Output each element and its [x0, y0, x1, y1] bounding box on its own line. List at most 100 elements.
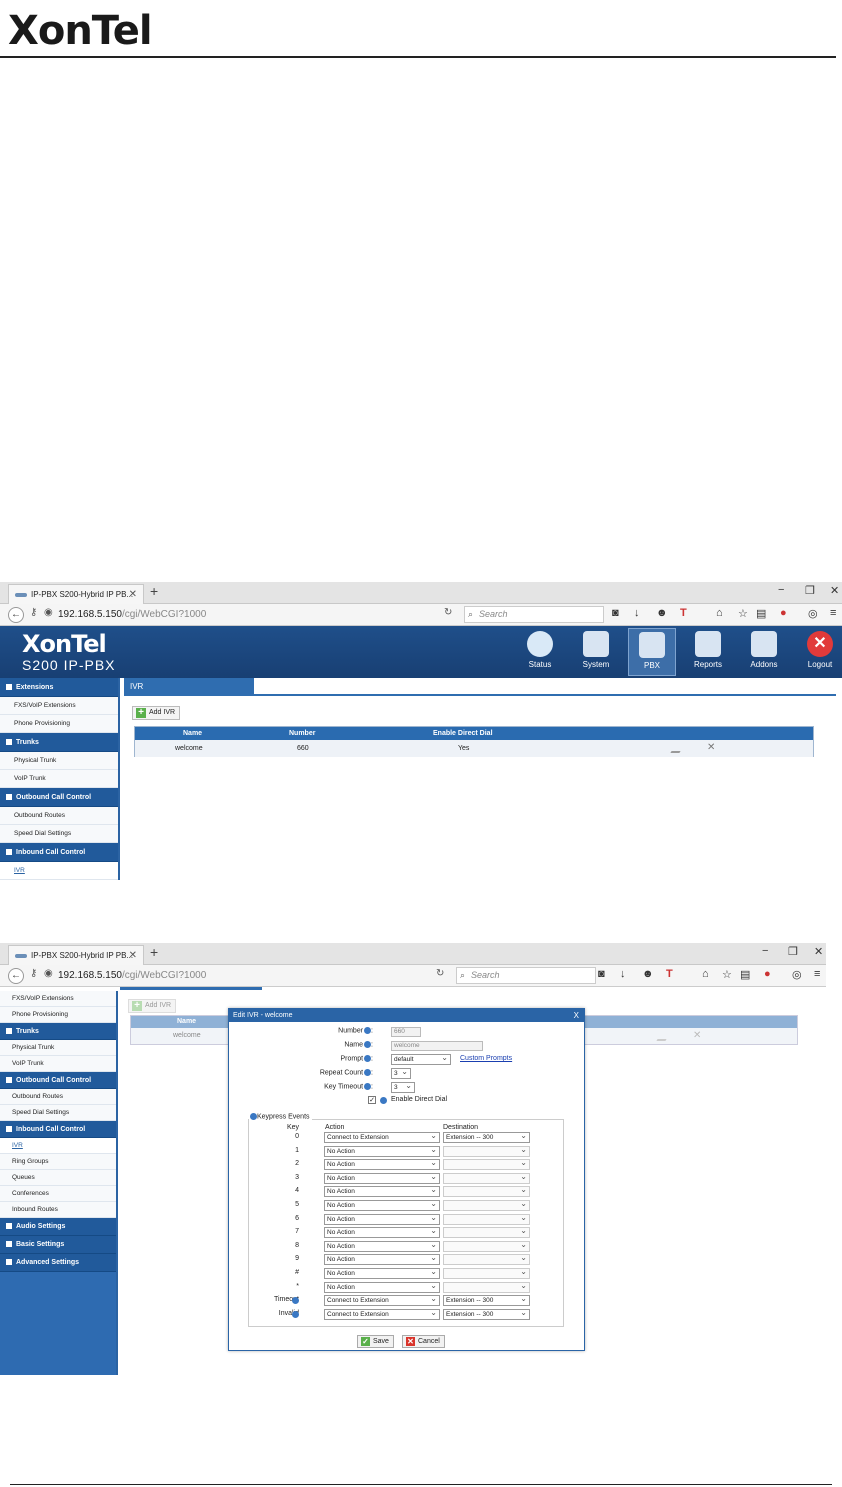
adblock-icon[interactable]: ●	[764, 968, 771, 980]
sidebar-item-voip-trunk[interactable]: VoIP Trunk	[0, 770, 118, 788]
bookmark-icon[interactable]: ☆	[738, 607, 748, 620]
sidebar-item-physical-trunk[interactable]: Physical Trunk	[0, 1040, 116, 1056]
col-direct-dial[interactable]: Enable Direct Dial	[433, 727, 493, 740]
help-icon[interactable]	[364, 1083, 372, 1090]
sidebar-item-fxs-voip-extensions[interactable]: FXS/VoIP Extensions	[0, 991, 116, 1007]
help-icon[interactable]	[364, 1069, 372, 1076]
action-select[interactable]: No Action	[324, 1267, 440, 1279]
download-icon[interactable]: ↓	[620, 968, 626, 980]
close-tab-icon[interactable]: ✕	[129, 946, 137, 965]
action-select[interactable]: No Action	[324, 1213, 440, 1225]
destination-select[interactable]	[443, 1253, 530, 1266]
url-field[interactable]: 192.168.5.150/cgi/WebCGI?1000	[58, 968, 458, 984]
library-icon[interactable]: ▤	[756, 607, 766, 620]
destination-select[interactable]	[443, 1267, 530, 1279]
sidebar-group-outbound[interactable]: Outbound Call Control	[0, 1072, 116, 1089]
sidebar-item-fxs-voip-extensions[interactable]: FXS/VoIP Extensions	[0, 697, 118, 715]
direct-dial-checkbox[interactable]: ✓	[368, 1096, 376, 1104]
back-icon[interactable]: ←	[8, 968, 24, 984]
translate-icon[interactable]: T	[666, 968, 673, 980]
number-field[interactable]: 660	[391, 1027, 421, 1037]
search-input[interactable]: ⌕ Search	[464, 606, 604, 623]
action-select[interactable]: Connect to Extension	[324, 1131, 440, 1143]
edit-icon[interactable]	[670, 744, 685, 753]
reload-icon[interactable]: ↻	[444, 607, 452, 618]
home-icon[interactable]: ⌂	[702, 968, 709, 980]
sidebar-item-ivr[interactable]: IVR	[0, 1138, 116, 1154]
action-select[interactable]: No Action	[324, 1253, 440, 1266]
nav-status[interactable]: Status	[516, 628, 564, 676]
delete-icon[interactable]: ✕	[707, 742, 715, 753]
site-info-icon[interactable]: ◉	[44, 607, 53, 618]
save-button[interactable]: ✓ Save	[357, 1335, 394, 1348]
destination-select[interactable]	[443, 1172, 530, 1184]
back-icon[interactable]: ←	[8, 607, 24, 623]
pocket-icon[interactable]: ◙	[598, 968, 605, 980]
help-icon[interactable]	[250, 1113, 257, 1120]
help-icon[interactable]	[380, 1097, 387, 1104]
sidebar-group-basic-settings[interactable]: Basic Settings	[0, 1236, 116, 1254]
close-window-icon[interactable]: ✕	[830, 584, 839, 597]
edit-icon[interactable]	[656, 1032, 671, 1041]
help-icon[interactable]	[364, 1027, 372, 1034]
destination-select[interactable]	[443, 1240, 530, 1252]
destination-select[interactable]	[443, 1185, 530, 1198]
translate-icon[interactable]: T	[680, 607, 687, 619]
sidebar-item-inbound-routes[interactable]: Inbound Routes	[0, 1202, 116, 1218]
action-select[interactable]: Connect to Extension	[324, 1308, 440, 1320]
extension-icon[interactable]: ◎	[792, 968, 802, 981]
sidebar-item-queues[interactable]: Queues	[0, 1170, 116, 1186]
sidebar-group-trunks[interactable]: Trunks	[0, 733, 118, 752]
custom-prompts-link[interactable]: Custom Prompts	[460, 1055, 512, 1062]
key-timeout-select[interactable]: 3	[391, 1081, 415, 1093]
help-icon[interactable]	[292, 1310, 299, 1318]
help-icon[interactable]	[364, 1041, 372, 1048]
action-select[interactable]: No Action	[324, 1172, 440, 1184]
destination-select[interactable]	[443, 1281, 530, 1293]
col-number[interactable]: Number	[289, 727, 315, 740]
url-field[interactable]: 192.168.5.150/cgi/WebCGI?1000	[58, 607, 458, 623]
nav-logout[interactable]: ✕ Logout	[796, 628, 842, 676]
nav-pbx[interactable]: PBX	[628, 628, 676, 676]
destination-select[interactable]	[443, 1226, 530, 1239]
cancel-button[interactable]: ✕ Cancel	[402, 1335, 445, 1348]
chat-icon[interactable]: ☻	[656, 607, 668, 619]
extension-icon[interactable]: ◎	[808, 607, 818, 620]
restore-icon[interactable]: ❐	[805, 584, 815, 597]
nav-system[interactable]: System	[572, 628, 620, 676]
destination-select[interactable]	[443, 1158, 530, 1171]
download-icon[interactable]: ↓	[634, 607, 640, 619]
menu-icon[interactable]: ≡	[830, 607, 836, 619]
sidebar-group-extensions[interactable]: Extensions	[0, 678, 118, 697]
sidebar-item-voip-trunk[interactable]: VoIP Trunk	[0, 1056, 116, 1072]
sidebar-group-advanced-settings[interactable]: Advanced Settings	[0, 1254, 116, 1272]
action-select[interactable]: No Action	[324, 1158, 440, 1171]
close-window-icon[interactable]: ✕	[814, 945, 823, 958]
sidebar-group-audio-settings[interactable]: Audio Settings	[0, 1218, 116, 1236]
pocket-icon[interactable]: ◙	[612, 607, 619, 619]
minimize-icon[interactable]: −	[778, 584, 784, 596]
destination-select[interactable]	[443, 1145, 530, 1157]
nav-addons[interactable]: Addons	[740, 628, 788, 676]
bookmark-icon[interactable]: ☆	[722, 968, 732, 981]
action-select[interactable]: No Action	[324, 1281, 440, 1293]
search-input[interactable]: ⌕ Search	[456, 967, 596, 984]
destination-select[interactable]	[443, 1199, 530, 1211]
sidebar-group-inbound[interactable]: Inbound Call Control	[0, 843, 118, 862]
minimize-icon[interactable]: −	[762, 945, 768, 957]
home-icon[interactable]: ⌂	[716, 607, 723, 619]
delete-icon[interactable]: ✕	[693, 1030, 701, 1041]
col-name[interactable]: Name	[177, 1016, 196, 1028]
library-icon[interactable]: ▤	[740, 968, 750, 981]
nav-reports[interactable]: Reports	[684, 628, 732, 676]
sidebar-item-physical-trunk[interactable]: Physical Trunk	[0, 752, 118, 770]
restore-icon[interactable]: ❐	[788, 945, 798, 958]
action-select[interactable]: No Action	[324, 1199, 440, 1211]
sidebar-item-ring-groups[interactable]: Ring Groups	[0, 1154, 116, 1170]
close-tab-icon[interactable]: ✕	[129, 585, 137, 604]
add-ivr-button[interactable]: + Add IVR	[132, 706, 181, 720]
table-row[interactable]: welcome 660 Yes ✕	[135, 740, 813, 757]
browser-tab[interactable]: IP-PBX S200-Hybrid IP PB... ✕	[8, 584, 144, 604]
sidebar-item-conferences[interactable]: Conferences	[0, 1186, 116, 1202]
sidebar-item-outbound-routes[interactable]: Outbound Routes	[0, 807, 118, 825]
